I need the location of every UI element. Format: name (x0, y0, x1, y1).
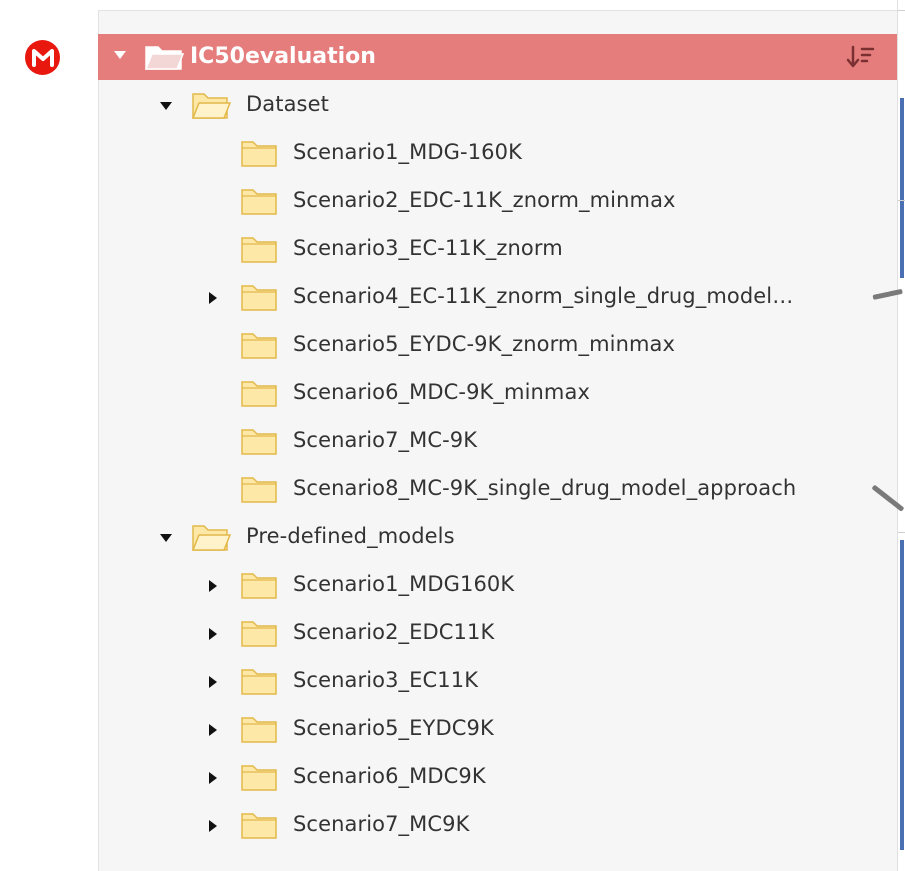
tree-folder-model-scenario2[interactable]: Scenario2_EDC11K (98, 612, 897, 656)
folder-icon (240, 810, 278, 846)
folder-open-icon (144, 43, 185, 75)
folder-label: Scenario3_EC-11K_znorm (293, 236, 563, 260)
tree-folder-dataset-scenario5[interactable]: Scenario5_EYDC-9K_znorm_minmax (98, 324, 897, 368)
tree-folder-dataset-scenario3[interactable]: Scenario3_EC-11K_znorm (98, 228, 897, 272)
root-folder-label: IC50evaluation (190, 44, 376, 69)
edge-divider (898, 532, 905, 533)
folder-icon (240, 282, 278, 318)
mega-logo-icon[interactable] (25, 40, 60, 75)
folder-open-icon (191, 522, 232, 558)
folder-icon (240, 186, 278, 222)
mega-m-glyph (31, 48, 54, 67)
scroll-indicator-upper (900, 98, 904, 278)
folder-icon (240, 378, 278, 414)
sort-descending-icon (846, 45, 875, 68)
folder-icon (240, 234, 278, 270)
tree-folder-dataset-scenario8[interactable]: Scenario8_MC-9K_single_drug_model_approa… (98, 468, 897, 512)
tree-folder-dataset-scenario2[interactable]: Scenario2_EDC-11K_znorm_minmax (98, 180, 897, 224)
tree-folder-predefined-models[interactable]: Pre-defined_models (98, 516, 897, 560)
folder-label: Scenario8_MC-9K_single_drug_model_approa… (293, 476, 797, 500)
expand-caret-icon[interactable] (114, 51, 126, 59)
folder-label: Scenario1_MDG160K (293, 572, 515, 596)
tree-folder-dataset[interactable]: Dataset (98, 84, 897, 128)
collapsed-caret-icon[interactable] (209, 772, 217, 784)
tree-folder-model-scenario5[interactable]: Scenario5_EYDC9K (98, 708, 897, 752)
folder-icon (240, 474, 278, 510)
collapsed-caret-icon[interactable] (209, 724, 217, 736)
tree-folder-dataset-scenario1[interactable]: Scenario1_MDG-160K (98, 132, 897, 176)
folder-icon (240, 426, 278, 462)
tree-root-row[interactable]: IC50evaluation (98, 34, 897, 80)
left-gutter (0, 0, 98, 871)
tree-folder-model-scenario7[interactable]: Scenario7_MC9K (98, 804, 897, 848)
tree-folder-model-scenario1[interactable]: Scenario1_MDG160K (98, 564, 897, 608)
tree-folder-dataset-scenario6[interactable]: Scenario6_MDC-9K_minmax (98, 372, 897, 416)
folder-icon (240, 330, 278, 366)
folder-icon (240, 618, 278, 654)
folder-label: Pre-defined_models (246, 524, 455, 548)
tree-folder-model-scenario6[interactable]: Scenario6_MDC9K (98, 756, 897, 800)
folder-icon (240, 762, 278, 798)
folder-icon (240, 570, 278, 606)
folder-label: Scenario3_EC11K (293, 668, 479, 692)
folder-label: Scenario7_MC-9K (293, 428, 478, 452)
collapsed-caret-icon[interactable] (209, 628, 217, 640)
folder-label: Scenario7_MC9K (293, 812, 470, 836)
folder-label: Scenario2_EDC11K (293, 620, 495, 644)
folder-icon (240, 138, 278, 174)
scroll-indicator-lower (900, 540, 904, 850)
sort-button[interactable] (843, 42, 877, 72)
folder-label: Scenario5_EYDC-9K_znorm_minmax (293, 332, 676, 356)
tree-folder-dataset-scenario4[interactable]: Scenario4_EC-11K_znorm_single_drug_model… (98, 276, 897, 320)
tree-folder-dataset-scenario7[interactable]: Scenario7_MC-9K (98, 420, 897, 464)
expand-caret-icon[interactable] (160, 534, 172, 542)
folder-icon (240, 666, 278, 702)
folder-label: Scenario1_MDG-160K (293, 140, 522, 164)
right-scroll-edge[interactable] (897, 0, 905, 871)
folder-label: Scenario4_EC-11K_znorm_single_drug_model… (293, 284, 794, 308)
folder-label: Scenario5_EYDC9K (293, 716, 494, 740)
tree-folder-model-scenario3[interactable]: Scenario3_EC11K (98, 660, 897, 704)
folder-open-icon (191, 90, 232, 126)
collapsed-caret-icon[interactable] (209, 820, 217, 832)
collapsed-caret-icon[interactable] (209, 580, 217, 592)
folder-label: Scenario6_MDC-9K_minmax (293, 380, 590, 404)
folder-label: Scenario2_EDC-11K_znorm_minmax (293, 188, 676, 212)
folder-icon (240, 714, 278, 750)
edge-divider (898, 200, 905, 201)
collapsed-caret-icon[interactable] (209, 292, 217, 304)
collapsed-caret-icon[interactable] (209, 676, 217, 688)
folder-label: Scenario6_MDC9K (293, 764, 486, 788)
edge-divider (898, 10, 905, 11)
folder-label: Dataset (246, 92, 329, 116)
expand-caret-icon[interactable] (160, 102, 172, 110)
